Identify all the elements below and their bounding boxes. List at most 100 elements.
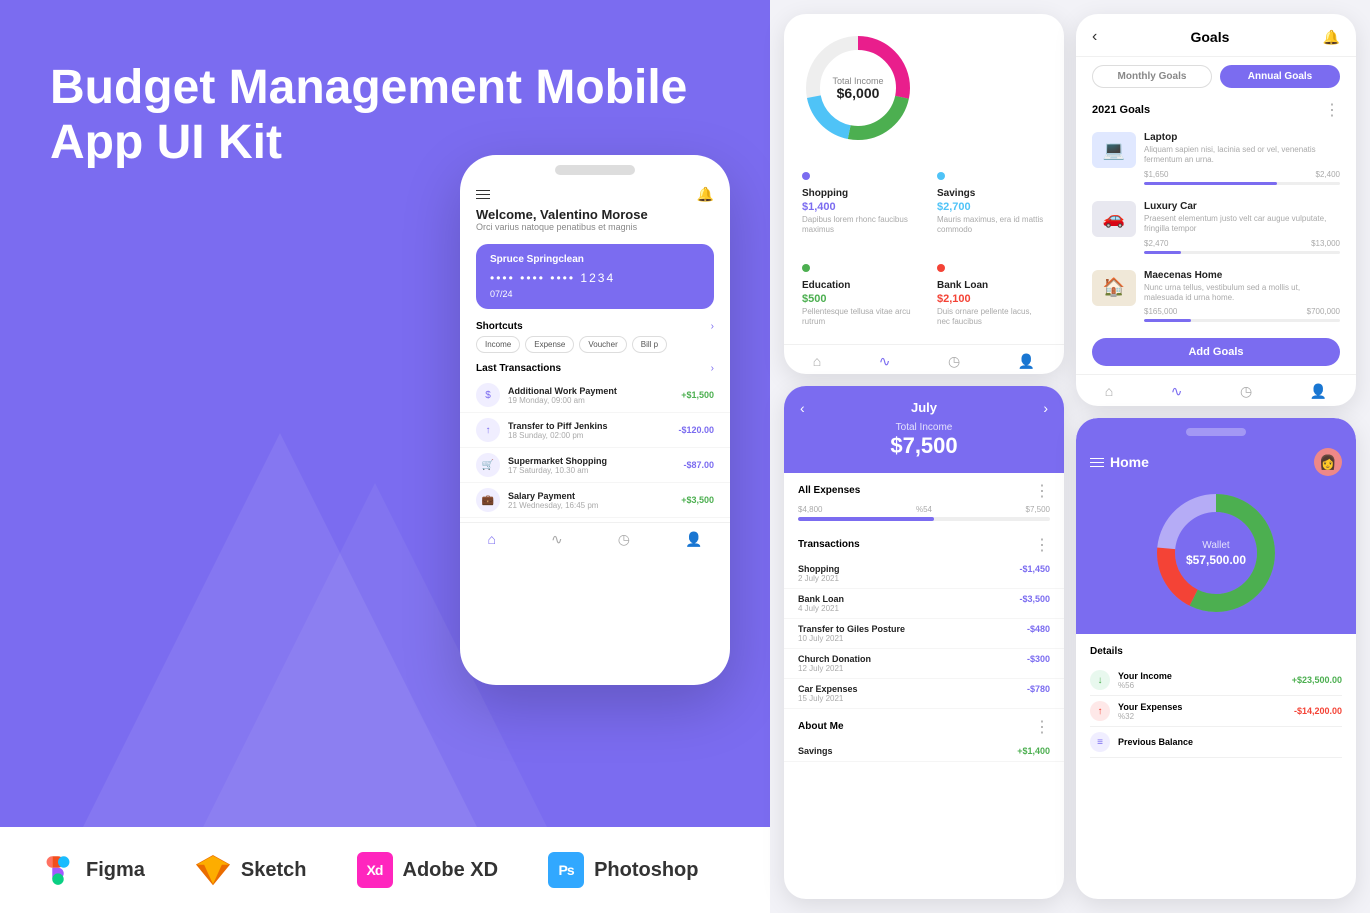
wallet-expenses-pct: %32 <box>1118 712 1182 721</box>
trans-name-j5: Car Expenses <box>798 684 858 694</box>
goals-nav-profile[interactable]: 👤 <box>1310 383 1327 400</box>
wallet-income-info: Your Income %56 <box>1118 671 1172 690</box>
stat-bankloan: Bank Loan $2,100 Duis ornare pellente la… <box>929 254 1054 336</box>
stat-savings-amount: $2,700 <box>937 201 1046 213</box>
nav-activity-icon-2[interactable]: ∿ <box>879 353 891 370</box>
stat-shopping-amount: $1,400 <box>802 201 911 213</box>
pm-nav: ⌂ ∿ ◷ 👤 <box>460 522 730 552</box>
figma-label: Figma <box>86 859 145 882</box>
nav-profile-icon-2[interactable]: 👤 <box>1018 353 1035 370</box>
tab-monthly[interactable]: Monthly Goals <box>1092 65 1212 88</box>
pill-voucher[interactable]: Voucher <box>579 336 626 353</box>
nav-activity-icon[interactable]: ∿ <box>551 531 563 548</box>
july-trans-title: Transactions <box>798 539 860 550</box>
table-row: ↑ Transfer to Piff Jenkins 18 Sunday, 02… <box>460 413 730 448</box>
transactions-label: Last Transactions <box>476 363 561 374</box>
trans-amount-j6: +$1,400 <box>1017 746 1050 756</box>
pill-income[interactable]: Income <box>476 336 520 353</box>
goals-back-icon[interactable]: ‹ <box>1092 28 1097 46</box>
tool-figma: Figma <box>40 852 145 888</box>
tab-annual[interactable]: Annual Goals <box>1220 65 1340 88</box>
trans-info-4: Salary Payment 21 Wednesday, 16:45 pm <box>508 491 673 510</box>
tool-ps: Ps Photoshop <box>548 852 698 888</box>
wallet-menu-title: Home <box>1090 454 1149 470</box>
trans-amount-j3: -$480 <box>1027 624 1050 643</box>
july-aboutme-more[interactable]: ⋮ <box>1034 717 1050 737</box>
trans-info-j4: Church Donation 12 July 2021 <box>798 654 871 673</box>
pm-welcome: Welcome, Valentino Morose Orci varius na… <box>460 207 730 240</box>
goal-name-laptop: Laptop <box>1144 132 1340 143</box>
stat-education-name: Education <box>802 280 911 291</box>
stat-shopping-name: Shopping <box>802 188 911 199</box>
goal-info-car: Luxury Car Praesent elementum justo velt… <box>1144 201 1340 254</box>
sketch-label: Sketch <box>241 859 307 882</box>
trans-date-4: 21 Wednesday, 16:45 pm <box>508 501 673 510</box>
trans-info-j1: Shopping 2 July 2021 <box>798 564 840 583</box>
wallet-income-label: Your Income <box>1118 671 1172 681</box>
goals-header: ‹ Goals 🔔 <box>1076 14 1356 57</box>
trans-date-j4: 12 July 2021 <box>798 664 871 673</box>
wallet-prev-icon: ≡ <box>1090 732 1110 752</box>
goals-section-more[interactable]: ⋮ <box>1324 100 1340 120</box>
trans-amount-j2: -$3,500 <box>1019 594 1050 613</box>
list-item: 🏠 Maecenas Home Nunc urna tellus, vestib… <box>1076 262 1356 331</box>
shortcut-pills: Income Expense Voucher Bill p <box>460 336 730 359</box>
trans-icon-3: 🛒 <box>476 453 500 477</box>
trans-name-j1: Shopping <box>798 564 840 574</box>
wallet-expenses-label: Your Expenses <box>1118 702 1182 712</box>
goal-target-home: $700,000 <box>1307 307 1340 316</box>
donut-area: Total Income $6,000 <box>784 14 1064 154</box>
july-trans-section: Transactions ⋮ <box>784 527 1064 559</box>
stat-savings-name: Savings <box>937 188 1046 199</box>
july-expenses-more[interactable]: ⋮ <box>1034 481 1050 501</box>
wallet-hamburger <box>1090 458 1104 468</box>
stat-shopping-desc: Dapibus lorem rhonc faucibus maximus <box>802 215 911 236</box>
goals-bell-icon: 🔔 <box>1323 29 1340 46</box>
list-item: 💻 Laptop Aliquam sapien nisi, lacinia se… <box>1076 124 1356 193</box>
trans-info-3: Supermarket Shopping 17 Saturday, 10.30 … <box>508 456 675 475</box>
welcome-sub: Orci varius natoque penatibus et magnis <box>476 222 714 232</box>
nav-home-icon[interactable]: ⌂ <box>488 531 496 548</box>
phone-goals: ‹ Goals 🔔 Monthly Goals Annual Goals 202… <box>1076 14 1356 406</box>
goal-img-laptop: 💻 <box>1092 132 1136 168</box>
pill-bill[interactable]: Bill p <box>632 336 667 353</box>
table-row: 🛒 Supermarket Shopping 17 Saturday, 10.3… <box>460 448 730 483</box>
goal-progress-home: $165,000 $700,000 <box>1144 307 1340 316</box>
trans-info-j2: Bank Loan 4 July 2021 <box>798 594 844 613</box>
trans-info-2: Transfer to Piff Jenkins 18 Sunday, 02:0… <box>508 421 670 440</box>
wallet-avatar: 👩 <box>1314 448 1342 476</box>
table-row: Savings +$1,400 <box>784 741 1064 762</box>
trans-date-2: 18 Sunday, 02:00 pm <box>508 431 670 440</box>
svg-text:$57,500.00: $57,500.00 <box>1186 553 1246 567</box>
nav-history-icon-2[interactable]: ◷ <box>948 353 960 370</box>
wallet-header: Home 👩 <box>1090 444 1342 484</box>
trans-date-j1: 2 July 2021 <box>798 574 840 583</box>
stat-bankloan-amount: $2,100 <box>937 293 1046 305</box>
goals-nav-home[interactable]: ⌂ <box>1105 383 1113 400</box>
nav-home-icon-2[interactable]: ⌂ <box>813 353 821 370</box>
wallet-income-pct: %56 <box>1118 681 1172 690</box>
left-panel: Budget Management Mobile App UI Kit 🔔 We… <box>0 0 770 913</box>
nav-profile-icon[interactable]: 👤 <box>685 531 702 548</box>
july-fwd-icon[interactable]: › <box>1043 400 1048 416</box>
goal-name-home: Maecenas Home <box>1144 270 1340 281</box>
figma-icon <box>40 852 76 888</box>
nav-history-icon[interactable]: ◷ <box>618 531 630 548</box>
tool-sketch: Sketch <box>195 852 307 888</box>
trans-name-j6: Savings <box>798 746 833 756</box>
goal-name-car: Luxury Car <box>1144 201 1340 212</box>
goals-nav-history[interactable]: ◷ <box>1240 383 1252 400</box>
trans-amount-j4: -$300 <box>1027 654 1050 673</box>
july-trans-more[interactable]: ⋮ <box>1034 535 1050 555</box>
july-back-icon[interactable]: ‹ <box>800 400 805 416</box>
add-goals-button[interactable]: Add Goals <box>1092 338 1340 366</box>
goals-nav-activity[interactable]: ∿ <box>1171 383 1183 400</box>
transactions-more[interactable]: › <box>711 363 714 374</box>
july-bar-labels: $4,800 %54 $7,500 <box>798 505 1050 514</box>
wallet-title: Home <box>1110 454 1149 470</box>
goal-bar-laptop <box>1144 182 1340 185</box>
pm-card: Spruce Springclean •••• •••• •••• 1234 0… <box>476 244 714 309</box>
xd-label: Adobe XD <box>403 859 499 882</box>
pill-expense[interactable]: Expense <box>525 336 574 353</box>
stat-education-desc: Pellentesque tellusa vitae arcu rutrum <box>802 307 911 328</box>
